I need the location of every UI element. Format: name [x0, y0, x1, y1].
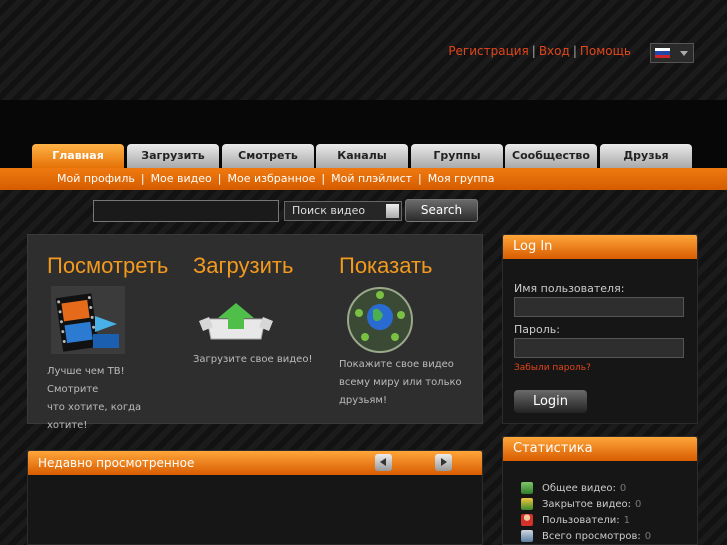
forgot-password-link[interactable]: Забыли пароль?	[514, 363, 591, 373]
tab-friends[interactable]: Друзья	[600, 144, 692, 168]
stat-label: Общее видео:	[542, 483, 616, 494]
stat-label: Всего просмотров:	[542, 531, 641, 542]
chevron-down-icon	[386, 204, 399, 218]
subnav-my-profile[interactable]: Мой профиль	[57, 172, 135, 185]
separator: |	[321, 172, 326, 185]
tab-channels[interactable]: Каналы	[316, 144, 408, 168]
subnav-my-videos[interactable]: Мое видео	[151, 172, 212, 185]
login-link[interactable]: Вход	[539, 44, 570, 58]
statistics-box: Статистика Общее видео: 0 Закрытое видео:…	[502, 436, 698, 545]
username-field[interactable]	[514, 297, 684, 317]
promo-text-line: Загрузите свое видео!	[193, 354, 313, 365]
login-button[interactable]: Login	[514, 390, 587, 413]
search-type-value: Поиск видео	[292, 204, 366, 217]
promo-text-line: Покажите свое видео	[339, 359, 454, 370]
tab-upload[interactable]: Загрузить	[127, 144, 219, 168]
promo-text-line: что хотите, когда хотите!	[47, 402, 142, 431]
search-button[interactable]: Search	[405, 199, 478, 222]
recently-watched-panel: Недавно просмотренное	[27, 450, 483, 545]
separator: |	[418, 172, 422, 185]
stat-value: 1	[623, 515, 630, 526]
login-box: Log In Имя пользователя: Пароль: Забыли …	[502, 234, 698, 424]
search-input[interactable]	[93, 200, 279, 222]
stat-row-users: Пользователи: 1	[521, 514, 630, 528]
globe-share-icon	[347, 287, 413, 353]
top-links: Регистрация | Вход | Помощь	[448, 44, 631, 58]
stat-value: 0	[644, 531, 652, 542]
password-field[interactable]	[514, 338, 684, 358]
stat-label: Пользователи:	[542, 515, 620, 526]
tab-community[interactable]: Сообщество	[505, 144, 597, 168]
stat-row-total-videos: Общее видео: 0	[521, 482, 626, 496]
login-title: Log In	[503, 235, 697, 259]
video-stack-icon	[521, 482, 533, 494]
promo-watch: Посмотреть Лучше чем ТВ! Смотрите что хо…	[47, 251, 175, 435]
stat-label: Закрытое видео:	[542, 499, 632, 510]
register-link[interactable]: Регистрация	[448, 44, 528, 58]
username-label: Имя пользователя:	[514, 282, 625, 295]
separator: |	[140, 172, 145, 185]
help-link[interactable]: Помощь	[580, 44, 631, 58]
separator: |	[572, 44, 577, 58]
stat-row-private-videos: Закрытое видео: 0	[521, 498, 641, 512]
stat-row-total-views: Всего просмотров: 0	[521, 530, 651, 544]
film-strip-icon	[51, 286, 125, 354]
stat-value: 0	[635, 499, 642, 510]
separator: |	[217, 172, 222, 185]
tab-home[interactable]: Главная	[32, 144, 124, 170]
promo-title[interactable]: Загрузить	[193, 251, 321, 281]
promo-title[interactable]: Посмотреть	[47, 251, 175, 281]
recently-watched-title: Недавно просмотренное	[28, 451, 482, 475]
stat-value: 0	[619, 483, 627, 494]
sub-navigation: Мой профиль | Мое видео | Мое избранное | Мой …	[0, 168, 727, 190]
promo-title[interactable]: Показать	[339, 251, 467, 281]
monitor-icon	[521, 530, 533, 542]
promo-panel: Посмотреть Лучше чем ТВ! Смотрите что хо…	[27, 234, 483, 431]
upload-box-icon	[199, 303, 273, 340]
promo-text-line: друзьям!	[339, 395, 387, 406]
tab-groups[interactable]: Группы	[411, 144, 503, 168]
promo-text-line: всему миру или только	[339, 377, 462, 388]
subnav-my-favorites[interactable]: Мое избранное	[228, 172, 316, 185]
chevron-down-icon	[680, 51, 688, 56]
users-icon	[521, 514, 533, 526]
promo-upload: Загрузить Загрузите свое видео!	[193, 251, 321, 369]
private-video-icon	[521, 498, 533, 510]
password-label: Пароль:	[514, 323, 560, 336]
separator: |	[531, 44, 536, 58]
subnav-my-group[interactable]: Моя группа	[428, 172, 495, 185]
russian-flag-icon	[655, 48, 670, 58]
next-arrow-button[interactable]	[435, 454, 452, 471]
search-type-select[interactable]: Поиск видео	[284, 201, 402, 221]
prev-arrow-button[interactable]	[375, 454, 392, 471]
promo-text-line: Лучше чем ТВ! Смотрите	[47, 366, 125, 395]
tab-watch[interactable]: Смотреть	[222, 144, 314, 168]
statistics-title: Статистика	[503, 437, 697, 461]
promo-share: Показать Покажите свое видео всему миру …	[339, 251, 467, 410]
subnav-my-playlist[interactable]: Мой плэйлист	[331, 172, 412, 185]
language-selector[interactable]	[650, 43, 694, 63]
